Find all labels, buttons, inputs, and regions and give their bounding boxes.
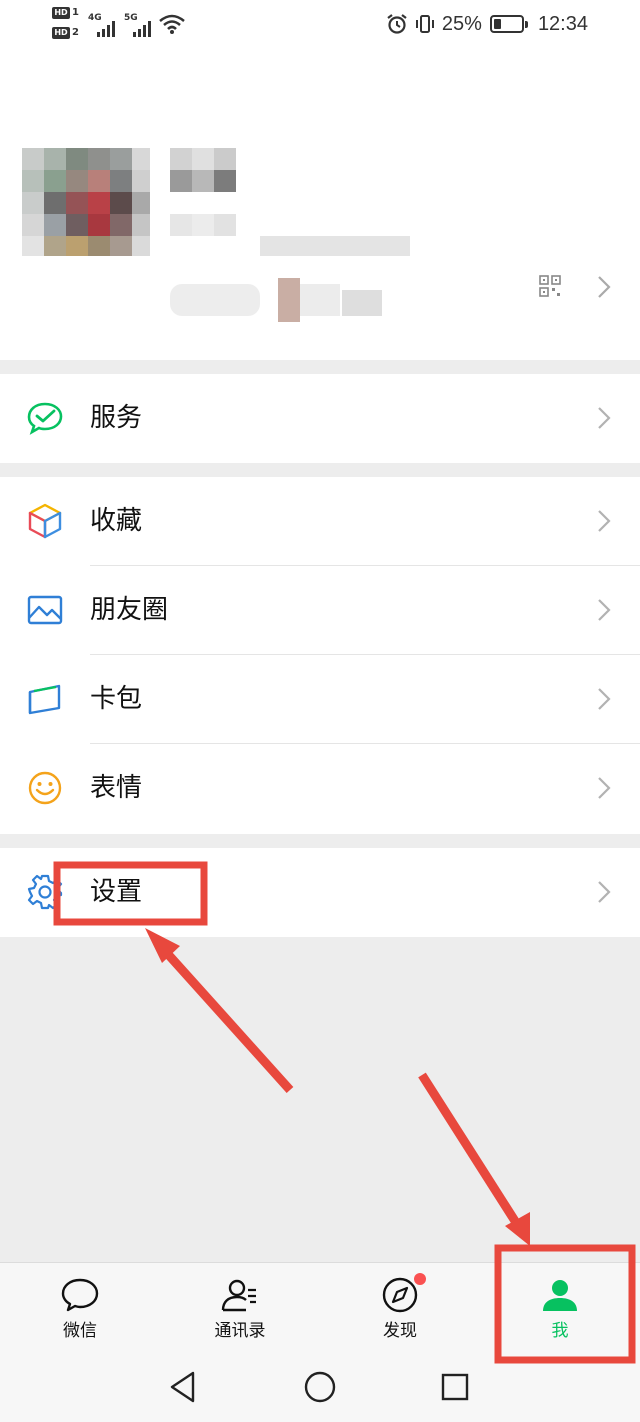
- home-circle-icon[interactable]: [303, 1370, 337, 1404]
- sticker-smile-icon: [28, 771, 62, 805]
- chevron-right-icon: [598, 688, 611, 710]
- battery-percent: 25%: [441, 13, 482, 35]
- chevron-right-icon: [598, 510, 611, 532]
- tab-label: 通讯录: [214, 1321, 266, 1341]
- moments-picture-icon: [27, 595, 63, 625]
- notification-dot: [414, 1273, 426, 1285]
- recents-square-icon[interactable]: [440, 1370, 470, 1404]
- sim1-hd-tag: HD: [52, 7, 70, 19]
- sim2-hd-tag: HD: [52, 27, 70, 39]
- tab-discover[interactable]: 发现: [320, 1263, 480, 1355]
- contacts-icon: [221, 1279, 256, 1312]
- annotation-arrow-me: [418, 1072, 526, 1235]
- back-triangle-icon[interactable]: [168, 1370, 198, 1404]
- sim1-slot: 1: [72, 7, 79, 18]
- menu-item-card-wallet[interactable]: 卡包: [0, 655, 640, 744]
- system-nav-bar: [0, 1354, 640, 1422]
- sim1-indicator: HD 1: [52, 7, 82, 21]
- menu-item-label: 卡包: [90, 684, 143, 714]
- clock: 12:34: [537, 13, 588, 35]
- menu-item-label: 服务: [90, 403, 143, 433]
- signal-bars-icon: [97, 21, 115, 37]
- alarm-icon: [387, 14, 407, 34]
- status-bar-right: 25% 12:34: [386, 10, 588, 38]
- sim2-indicator: HD 2: [52, 27, 82, 41]
- wifi-icon: [159, 14, 185, 34]
- signal-bars-icon: [133, 21, 151, 37]
- menu-item-label: 设置: [90, 877, 143, 907]
- tab-label: 我: [551, 1321, 569, 1341]
- chevron-right-icon: [598, 599, 611, 621]
- battery-fill: [493, 19, 501, 29]
- tab-me[interactable]: 我: [480, 1263, 640, 1355]
- annotation-arrow-settings: [153, 938, 294, 1094]
- menu-item-moments[interactable]: 朋友圈: [0, 566, 640, 655]
- battery-icon: [489, 15, 528, 33]
- tab-contacts[interactable]: 通讯录: [160, 1263, 320, 1355]
- status-bar: HD 1 HD 2 4G 5G 25% 12:34: [0, 0, 640, 48]
- vibrate-icon: [415, 15, 434, 33]
- tab-label: 微信: [63, 1321, 97, 1341]
- tab-chats[interactable]: 微信: [0, 1263, 160, 1355]
- chevron-right-icon[interactable]: [596, 274, 612, 300]
- menu-item-stickers[interactable]: 表情: [0, 744, 640, 833]
- menu-item-label: 朋友圈: [90, 595, 169, 625]
- avatar[interactable]: [22, 148, 150, 256]
- nickname-obscured: [170, 148, 410, 256]
- menu-group-settings: 设置: [0, 848, 640, 937]
- chevron-right-icon: [598, 881, 611, 903]
- tab-bar: 微信 通讯录 发现 我: [0, 1262, 640, 1354]
- favorites-cube-icon: [28, 503, 62, 539]
- menu-group-content: 收藏 朋友圈 卡包 表情: [0, 477, 640, 834]
- annotation-arrowhead-me: [505, 1212, 530, 1246]
- tab-label: 发现: [383, 1321, 417, 1341]
- sim2-slot: 2: [72, 27, 79, 38]
- menu-item-label: 收藏: [90, 506, 143, 536]
- card-wallet-icon: [28, 684, 61, 715]
- chat-bubble-icon: [61, 1278, 99, 1312]
- wechat-id-obscured: [170, 278, 410, 322]
- chevron-right-icon: [598, 777, 611, 799]
- settings-gear-icon: [27, 874, 63, 910]
- qr-code-icon[interactable]: [538, 274, 562, 298]
- menu-item-settings[interactable]: 设置: [0, 848, 640, 937]
- menu-item-label: 表情: [90, 773, 143, 803]
- chevron-right-icon: [598, 407, 611, 429]
- profile-header[interactable]: [0, 48, 640, 360]
- wechat-pay-icon: [27, 402, 63, 435]
- person-icon: [543, 1280, 577, 1311]
- menu-item-services[interactable]: 服务: [0, 374, 640, 463]
- menu-item-favorites[interactable]: 收藏: [0, 477, 640, 566]
- menu-group-services: 服务: [0, 374, 640, 463]
